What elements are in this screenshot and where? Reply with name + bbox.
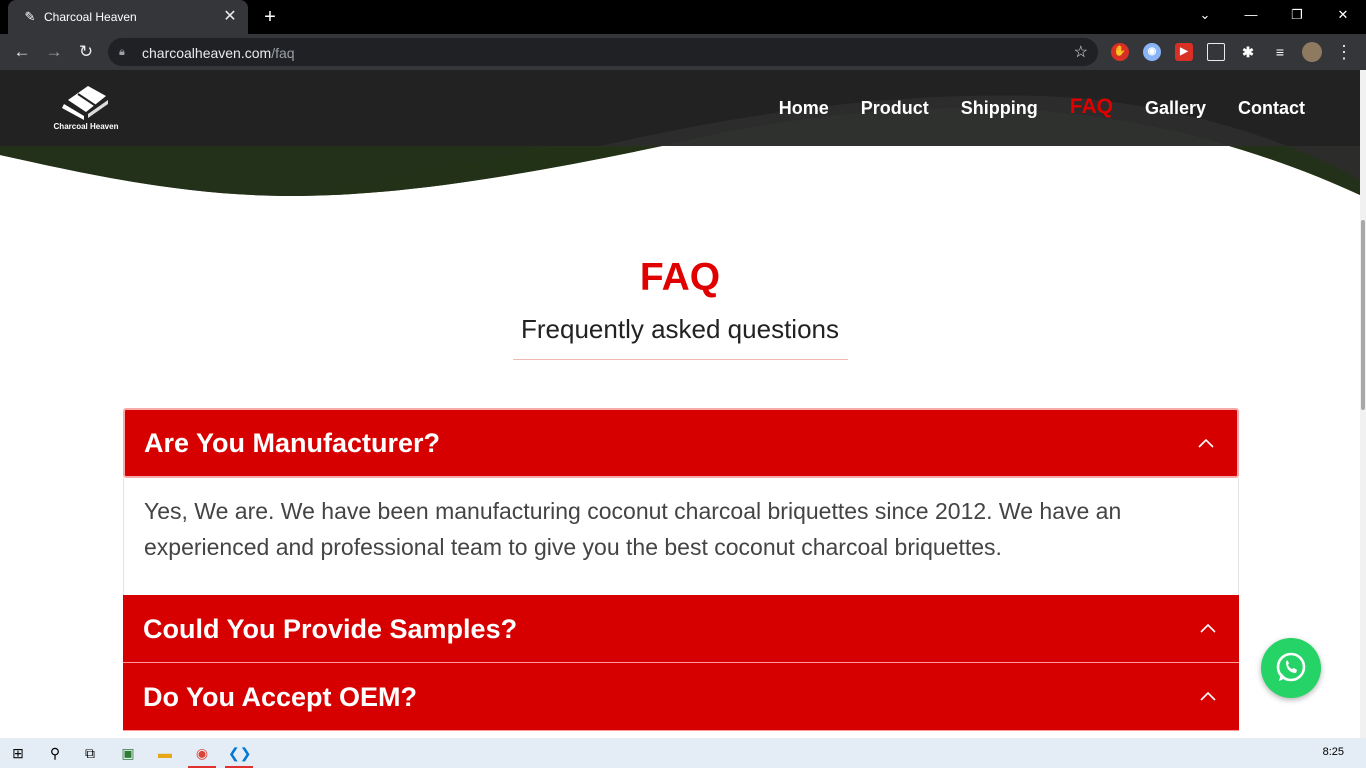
nav-home[interactable]: Home xyxy=(779,98,829,119)
faq-question-2-label: Could You Provide Samples? xyxy=(143,614,518,644)
minimize-button[interactable]: — xyxy=(1228,0,1274,32)
faq-question-2[interactable]: Could You Provide Samples? xyxy=(123,595,1239,663)
forward-button[interactable]: → xyxy=(41,39,67,65)
browser-toolbar: ← → ↻ 🔒︎ charcoalheaven.com/faq ☆ ✋ ◉ ▶ … xyxy=(0,34,1366,70)
app-icon[interactable]: ▣ xyxy=(117,742,139,764)
nav-contact[interactable]: Contact xyxy=(1238,98,1305,119)
faq-question-3[interactable]: Do You Accept OEM? xyxy=(123,663,1239,731)
logo-text: Charcoal Heaven xyxy=(53,122,119,131)
page-title: FAQ xyxy=(639,256,721,299)
picture-in-picture-icon[interactable] xyxy=(1207,43,1225,61)
windows-start-icon[interactable]: ⊞ xyxy=(7,742,29,764)
faq-question-1-label: Are You Manufacturer? xyxy=(144,428,441,458)
nav-shipping[interactable]: Shipping xyxy=(961,98,1038,119)
taskbar-clock[interactable]: 8:25 xyxy=(1323,746,1344,758)
browser-tabbar: ✎ Charcoal Heaven ✕ + ⌄ — ❐ ✕ xyxy=(0,0,1366,34)
page-scrollbar[interactable] xyxy=(1360,70,1366,738)
faq-question-1[interactable]: Are You Manufacturer? xyxy=(123,408,1239,478)
charcoal-briquette-logo-icon xyxy=(62,86,108,120)
restore-button[interactable]: ❐ xyxy=(1274,0,1320,32)
page-viewport: Charcoal Heaven Home Product Shipping FA… xyxy=(0,70,1360,738)
browser-tab[interactable]: ✎ Charcoal Heaven ✕ xyxy=(8,0,248,34)
faq-accordion: Are You Manufacturer? Yes, We are. We ha… xyxy=(123,408,1239,731)
url-text: charcoalheaven.com/faq xyxy=(142,45,295,61)
url-host: charcoalheaven.com xyxy=(142,45,272,61)
search-icon[interactable]: ⚲ xyxy=(44,742,66,764)
browser-menu-icon[interactable]: ⋮ xyxy=(1334,39,1354,65)
url-path: /faq xyxy=(271,45,295,61)
media-control-icon[interactable]: ≡ xyxy=(1271,43,1289,61)
title-divider xyxy=(513,359,848,360)
tab-search-icon[interactable]: ⌄ xyxy=(1182,0,1228,32)
main-nav: Home Product Shipping FAQ Gallery Contac… xyxy=(779,95,1305,119)
lock-icon[interactable]: 🔒︎ xyxy=(119,44,133,60)
close-window-button[interactable]: ✕ xyxy=(1320,0,1366,32)
task-view-icon[interactable]: ⧉ xyxy=(79,742,101,764)
tab-title: Charcoal Heaven xyxy=(44,10,137,24)
chevron-up-icon xyxy=(1200,691,1216,701)
extension-icon[interactable]: ◉ xyxy=(1143,43,1161,61)
chevron-up-icon xyxy=(1198,438,1214,448)
profile-avatar[interactable] xyxy=(1302,42,1322,62)
page-subtitle: Frequently asked questions xyxy=(521,314,839,344)
whatsapp-icon xyxy=(1276,652,1306,682)
pen-favicon-icon: ✎ xyxy=(24,9,36,24)
chrome-icon[interactable]: ◉ xyxy=(191,742,213,764)
file-explorer-icon[interactable]: ▬ xyxy=(154,742,176,764)
nav-faq[interactable]: FAQ xyxy=(1070,95,1113,119)
extensions-puzzle-icon[interactable]: ✱ xyxy=(1239,43,1257,61)
nav-product[interactable]: Product xyxy=(861,98,929,119)
chevron-up-icon xyxy=(1200,623,1216,633)
close-tab-icon[interactable]: ✕ xyxy=(220,7,240,27)
whatsapp-chat-button[interactable] xyxy=(1261,638,1321,698)
hero-header: Charcoal Heaven Home Product Shipping FA… xyxy=(0,70,1360,200)
hero-background xyxy=(0,70,1360,200)
nav-gallery[interactable]: Gallery xyxy=(1145,98,1206,119)
bookmark-star-icon[interactable]: ☆ xyxy=(1074,42,1088,62)
faq-question-3-label: Do You Accept OEM? xyxy=(143,682,418,712)
address-bar[interactable]: 🔒︎ charcoalheaven.com/faq ☆ xyxy=(108,38,1098,66)
adblock-extension-icon[interactable]: ✋ xyxy=(1111,43,1129,61)
faq-answer-1: Yes, We are. We have been manufacturing … xyxy=(123,478,1239,595)
reload-button[interactable]: ↻ xyxy=(73,39,99,65)
back-button[interactable]: ← xyxy=(9,39,35,65)
site-logo[interactable]: Charcoal Heaven xyxy=(44,82,128,134)
vscode-icon[interactable]: ❮❯ xyxy=(228,742,251,764)
new-tab-button[interactable]: + xyxy=(258,5,282,29)
scrollbar-thumb[interactable] xyxy=(1361,220,1365,410)
video-extension-icon[interactable]: ▶ xyxy=(1175,43,1193,61)
windows-taskbar: ⊞ ⚲ ⧉ ▣ ▬ ◉ ❮❯ 8:25 xyxy=(0,738,1366,768)
